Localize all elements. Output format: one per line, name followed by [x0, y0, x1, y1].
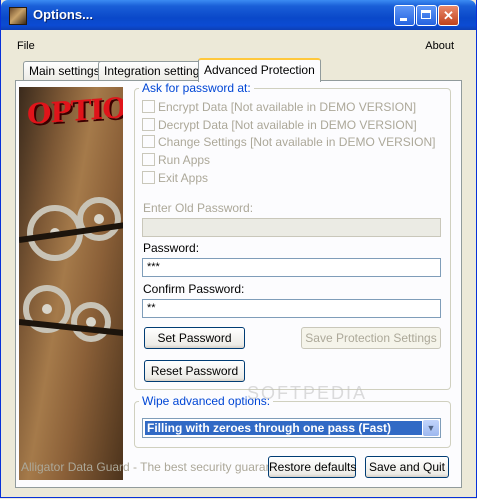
app-icon — [9, 7, 27, 25]
window-title: Options... — [33, 7, 93, 22]
title-bar[interactable]: Options... ✕ — [1, 0, 476, 30]
checkbox-label: Run Apps — [158, 153, 211, 167]
tab-advanced-protection[interactable]: Advanced Protection — [198, 58, 321, 82]
banner-logo-text: OPTIONS — [27, 88, 123, 131]
reset-password-button[interactable]: Reset Password — [144, 360, 245, 382]
old-password-label: Enter Old Password: — [143, 201, 254, 215]
options-window: Options... ✕ File About Main settings In… — [0, 0, 477, 498]
save-and-quit-button[interactable]: Save and Quit — [365, 456, 449, 478]
minimize-button[interactable] — [394, 5, 415, 26]
wipe-method-dropdown[interactable]: Filling with zeroes through one pass (Fa… — [142, 418, 441, 438]
old-password-field[interactable] — [142, 218, 441, 237]
close-button[interactable]: ✕ — [438, 5, 459, 26]
tagline-text: Alligator Data Guard - The best security… — [21, 460, 296, 474]
tab-main-settings[interactable]: Main settings — [23, 61, 106, 80]
gear-icon — [71, 302, 111, 342]
password-label: Password: — [143, 241, 200, 255]
chevron-down-icon[interactable]: ▼ — [423, 420, 439, 436]
wipe-method-selected: Filling with zeroes through one pass (Fa… — [145, 421, 422, 435]
tab-integration-settings[interactable]: Integration settings — [98, 61, 212, 80]
checkbox-box — [142, 135, 155, 148]
options-banner-image: OPTIONS — [19, 87, 123, 480]
menu-bar: File About — [1, 38, 476, 56]
menu-about[interactable]: About — [425, 40, 454, 52]
maximize-button[interactable] — [416, 5, 437, 26]
confirm-password-field[interactable]: ** — [142, 299, 441, 318]
confirm-password-label: Confirm Password: — [143, 282, 245, 296]
password-field[interactable]: *** — [142, 258, 441, 277]
maximize-icon — [421, 10, 431, 19]
close-icon: ✕ — [443, 8, 454, 23]
restore-defaults-button[interactable]: Restore defaults — [268, 456, 356, 478]
checkbox-box — [142, 118, 155, 131]
ask-password-legend: Ask for password at: — [139, 81, 254, 95]
checkbox-label: Encrypt Data [Not available in DEMO VERS… — [158, 100, 417, 114]
checkbox-label: Decrypt Data [Not available in DEMO VERS… — [158, 118, 417, 132]
checkbox-box — [142, 153, 155, 166]
softpedia-watermark: SOFTPEDIA — [247, 383, 368, 403]
gear-icon — [77, 197, 121, 241]
checkbox-box — [142, 171, 155, 184]
set-password-button[interactable]: Set Password — [144, 327, 245, 349]
save-protection-settings-button[interactable]: Save Protection Settings — [301, 327, 441, 349]
checkbox-box — [142, 100, 155, 113]
minimize-icon — [400, 18, 407, 21]
checkbox-label: Exit Apps — [158, 171, 209, 185]
menu-file[interactable]: File — [17, 40, 35, 52]
checkbox-label: Change Settings [Not available in DEMO V… — [158, 135, 436, 149]
